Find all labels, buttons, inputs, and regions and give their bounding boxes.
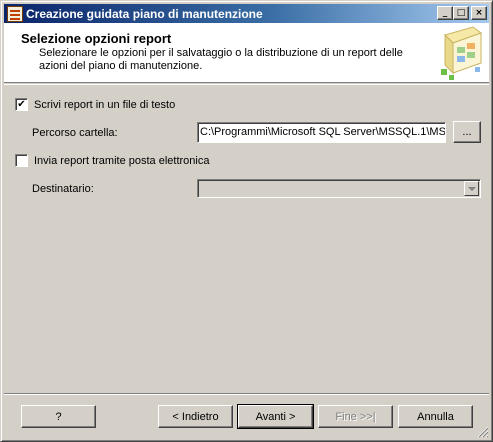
finish-button[interactable]: Fine >>| xyxy=(318,405,393,428)
page-description: Selezionare le opzioni per il salvataggi… xyxy=(39,47,403,72)
browse-folder-button[interactable]: ... xyxy=(453,121,481,143)
page-title: Selezione opzioni report xyxy=(21,31,172,46)
next-button[interactable]: Avanti > xyxy=(237,404,314,429)
help-button[interactable]: ? xyxy=(21,405,96,428)
write-file-option[interactable]: ✔ Scrivi report in un file di testo xyxy=(15,98,175,111)
send-email-checkbox[interactable] xyxy=(15,154,28,167)
recipient-label: Destinatario: xyxy=(32,183,94,195)
resize-grip-icon[interactable] xyxy=(477,426,489,438)
footer-divider xyxy=(4,393,489,395)
header-divider xyxy=(4,84,489,85)
cancel-button[interactable]: Annulla xyxy=(398,405,473,428)
maintenance-report-graphic-icon xyxy=(441,26,483,80)
window-controls: _ □ × xyxy=(437,6,487,20)
folder-path-input[interactable]: C:\Programmi\Microsoft SQL Server\MSSQL.… xyxy=(197,122,446,143)
wizard-header: Selezione opzioni report Selezionare le … xyxy=(4,23,489,83)
folder-path-label: Percorso cartella: xyxy=(32,127,118,139)
maximize-button[interactable]: □ xyxy=(453,6,469,20)
close-button[interactable]: × xyxy=(471,6,487,20)
wizard-app-icon[interactable] xyxy=(7,5,23,22)
recipient-select[interactable] xyxy=(197,179,481,198)
minimize-button[interactable]: _ xyxy=(437,6,453,20)
back-button[interactable]: < Indietro xyxy=(158,405,233,428)
send-email-label[interactable]: Invia report tramite posta elettronica xyxy=(34,155,209,167)
wizard-window: Creazione guidata piano di manutenzione … xyxy=(0,0,493,442)
write-file-checkbox[interactable]: ✔ xyxy=(15,98,28,111)
title-bar[interactable]: Creazione guidata piano di manutenzione … xyxy=(4,4,489,23)
write-file-label[interactable]: Scrivi report in un file di testo xyxy=(34,99,175,111)
chevron-down-icon[interactable] xyxy=(464,181,479,196)
window-title: Creazione guidata piano di manutenzione xyxy=(26,6,263,21)
send-email-option[interactable]: Invia report tramite posta elettronica xyxy=(15,154,209,167)
